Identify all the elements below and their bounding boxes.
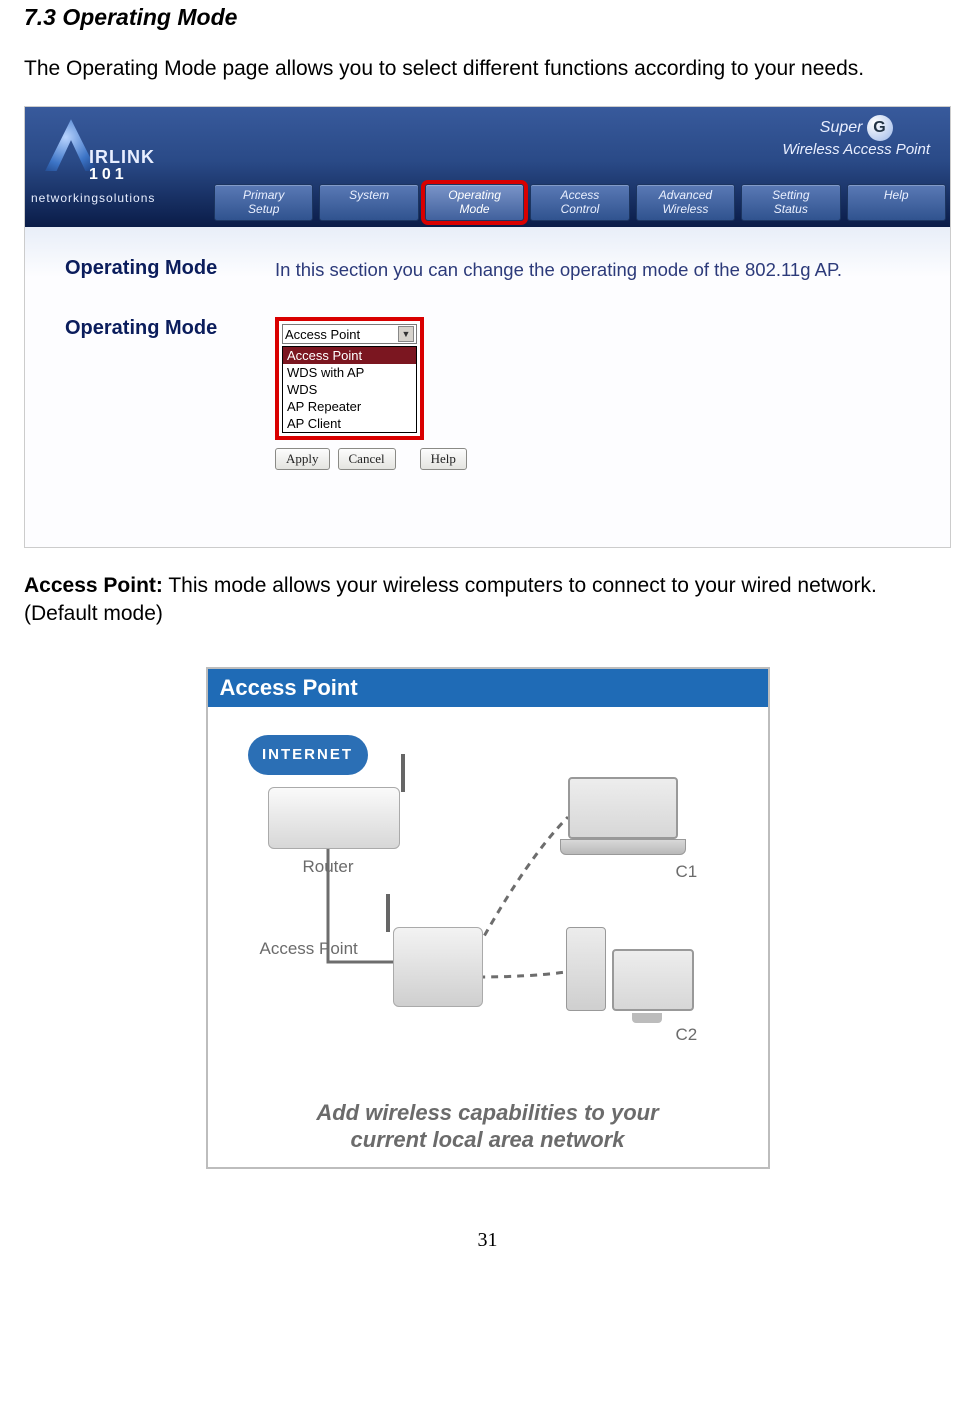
operating-mode-select-highlight: Access Point ▼ Access PointWDS with APWD…	[275, 317, 424, 440]
access-point-icon	[393, 927, 483, 1007]
option-ap-client[interactable]: AP Client	[283, 415, 416, 432]
operating-mode-option-list: Access PointWDS with APWDSAP RepeaterAP …	[282, 346, 417, 433]
c1-label: C1	[676, 862, 698, 882]
nav-setting[interactable]: SettingStatus	[741, 184, 840, 222]
intro-paragraph: The Operating Mode page allows you to se…	[24, 55, 951, 82]
page-number: 31	[24, 1229, 951, 1252]
access-point-paragraph: Access Point: This mode allows your wire…	[24, 572, 951, 627]
internet-badge: INTERNET	[248, 735, 368, 775]
diagram-title: Access Point	[208, 669, 768, 707]
operating-mode-label: Operating Mode	[65, 257, 275, 280]
section-heading: 7.3 Operating Mode	[24, 4, 951, 31]
laptop-c1-icon	[568, 777, 678, 855]
apply-button[interactable]: Apply	[275, 448, 330, 470]
option-wds[interactable]: WDS	[283, 381, 416, 398]
router-icon	[268, 787, 400, 849]
operating-mode-select[interactable]: Access Point ▼	[282, 324, 417, 344]
select-current-value: Access Point	[285, 327, 360, 342]
nav-operating[interactable]: OperatingMode	[425, 184, 524, 222]
option-access-point[interactable]: Access Point	[283, 347, 416, 364]
help-button[interactable]: Help	[420, 448, 467, 470]
option-wds-with-ap[interactable]: WDS with AP	[283, 364, 416, 381]
product-title: SuperG Wireless Access Point	[782, 115, 930, 158]
nav-access[interactable]: AccessControl	[530, 184, 629, 222]
operating-mode-description: In this section you can change the opera…	[275, 257, 910, 281]
nav-system[interactable]: System	[319, 184, 418, 222]
access-point-term: Access Point:	[24, 574, 163, 597]
access-point-diagram: Access Point INTERNET Router Access Poin…	[206, 667, 770, 1169]
pc-c2-icon	[566, 927, 694, 1023]
access-point-label: Access Point	[260, 939, 358, 959]
option-ap-repeater[interactable]: AP Repeater	[283, 398, 416, 415]
router-label: Router	[303, 857, 354, 877]
nav-help[interactable]: Help	[847, 184, 946, 222]
admin-ui-screenshot: IRLINK 101 networkingsolutions SuperG Wi…	[24, 106, 951, 548]
diagram-caption: Add wireless capabilities to your curren…	[208, 1100, 768, 1153]
nav-primary[interactable]: PrimarySetup	[214, 184, 313, 222]
c2-label: C2	[676, 1025, 698, 1045]
operating-mode-label-2: Operating Mode	[65, 317, 275, 340]
nav-advanced[interactable]: AdvancedWireless	[636, 184, 735, 222]
cancel-button[interactable]: Cancel	[338, 448, 396, 470]
dropdown-arrow-icon[interactable]: ▼	[398, 326, 414, 342]
